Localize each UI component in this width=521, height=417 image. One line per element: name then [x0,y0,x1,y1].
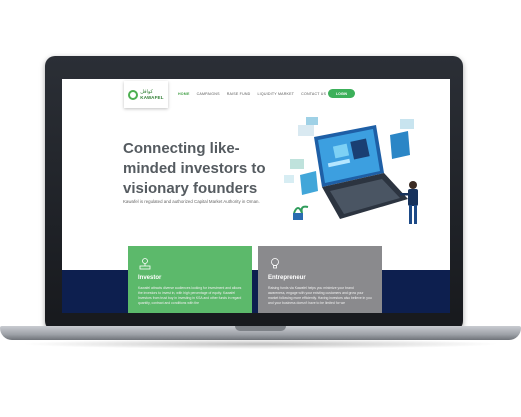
laptop-mockup: كوافل KAWAFEL HOME CAMPAIGNS RAISE FUND … [0,0,521,417]
hero-title: Connecting like-minded investors to visi… [123,140,266,197]
top-nav: كوافل KAWAFEL HOME CAMPAIGNS RAISE FUND … [62,79,450,109]
investor-title: Investor [138,275,162,281]
investor-card[interactable]: Investor Kawafel attracts diverse audien… [128,246,252,313]
nav-raise-fund[interactable]: RAISE FUND [227,92,251,96]
entrepreneur-card[interactable]: Entrepreneur Raising funds via Kawafel h… [258,246,382,313]
nav-links: HOME CAMPAIGNS RAISE FUND LIQUIDITY MARK… [178,92,341,96]
nav-home[interactable]: HOME [178,92,190,96]
laptop-screen: كوافل KAWAFEL HOME CAMPAIGNS RAISE FUND … [62,79,450,313]
nav-campaigns[interactable]: CAMPAIGNS [197,92,220,96]
laptop-notch [235,326,286,331]
nav-liquidity-market[interactable]: LIQUIDITY MARKET [257,92,294,96]
lightbulb-icon [271,258,279,269]
investor-text: Kawafel attracts diverse audiences looki… [138,286,242,305]
nav-contact-us[interactable]: CONTACT US [301,92,326,96]
logo-icon [128,89,139,100]
hero-subtitle: Kawafel is regulated and authorized Capi… [123,199,260,204]
login-button[interactable]: LOGIN [328,89,355,98]
dark-band [62,270,450,313]
investor-icon [139,258,151,270]
logo[interactable]: كوافل KAWAFEL [124,81,168,108]
hero-illustration [284,117,418,224]
entrepreneur-text: Raising funds via Kawafel helps you mini… [268,286,372,305]
entrepreneur-title: Entrepreneur [268,275,306,281]
logo-text: KAWAFEL [140,94,164,100]
laptop-shadow [20,339,501,349]
